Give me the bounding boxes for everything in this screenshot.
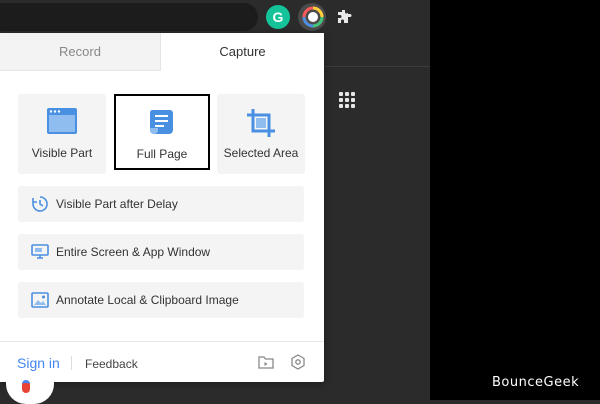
right-black-area <box>430 0 600 400</box>
tab-capture[interactable]: Capture <box>161 33 324 71</box>
grammarly-letter: G <box>272 9 284 25</box>
row-label: Visible Part after Delay <box>56 197 178 211</box>
annotate-image-option[interactable]: Annotate Local & Clipboard Image <box>18 282 304 318</box>
mic-icon[interactable] <box>22 380 30 393</box>
apps-grid-icon[interactable] <box>339 92 355 108</box>
tile-label: Selected Area <box>223 146 299 160</box>
tile-label: Full Page <box>136 147 188 161</box>
crop-icon <box>246 108 276 143</box>
browser-toolbar: G <box>0 0 430 34</box>
popup-tabs: Record Capture <box>0 33 324 71</box>
toolbar-divider <box>324 66 430 67</box>
scroll-page-icon <box>147 108 177 141</box>
tab-record[interactable]: Record <box>0 33 161 71</box>
row-label: Entire Screen & App Window <box>56 245 211 259</box>
watermark-text: BounceGeek <box>492 375 580 390</box>
visible-part-after-delay-option[interactable]: Visible Part after Delay <box>18 186 304 222</box>
visible-part-tile[interactable]: Visible Part <box>18 94 106 174</box>
selected-area-tile[interactable]: Selected Area <box>217 94 305 174</box>
browser-window-icon <box>47 108 77 139</box>
row-label: Annotate Local & Clipboard Image <box>56 293 239 307</box>
feedback-link[interactable]: Feedback <box>85 357 138 371</box>
timer-icon <box>30 194 50 214</box>
folder-icon[interactable] <box>257 353 275 371</box>
full-page-tile[interactable]: Full Page <box>114 94 210 170</box>
entire-screen-option[interactable]: Entire Screen & App Window <box>18 234 304 270</box>
puzzle-extensions-icon[interactable] <box>332 5 356 29</box>
tile-label: Visible Part <box>31 146 93 160</box>
monitor-icon <box>30 242 50 262</box>
grammarly-extension-icon[interactable]: G <box>266 5 290 29</box>
screenshot-extension-icon[interactable] <box>301 5 325 29</box>
image-icon <box>30 290 50 310</box>
capture-popup: Record Capture Visible Part Full Page Se… <box>0 33 324 382</box>
footer-divider <box>71 356 72 370</box>
address-bar[interactable] <box>0 3 258 31</box>
settings-hexagon-icon[interactable] <box>289 353 307 371</box>
sign-in-link[interactable]: Sign in <box>17 355 60 371</box>
